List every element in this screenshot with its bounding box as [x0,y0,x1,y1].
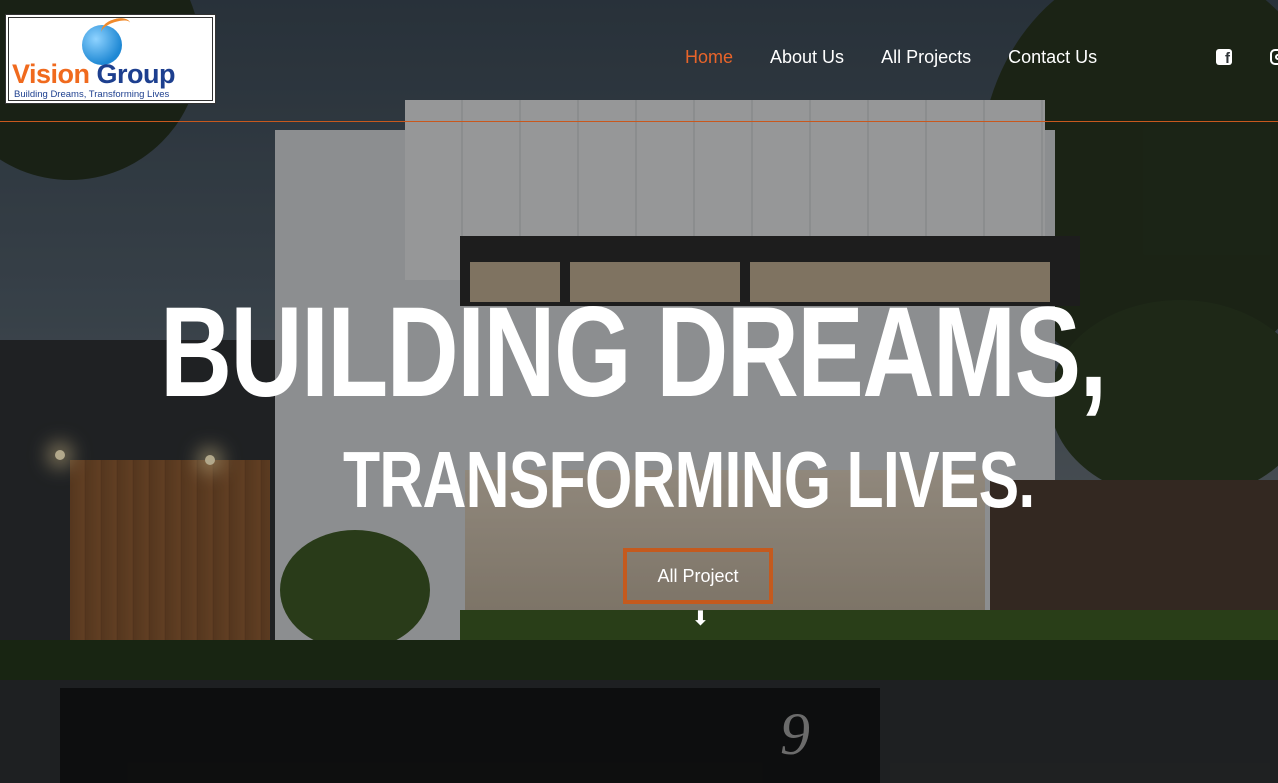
nav-item-home[interactable]: Home [685,47,733,68]
all-project-button[interactable]: All Project [623,548,773,604]
brand-logo[interactable]: Vision Group Building Dreams, Transformi… [5,14,216,104]
arrow-down-icon[interactable]: ⬇ [692,606,709,630]
main-nav: Home About Us All Projects Contact Us [685,47,1097,68]
brand-name-part1: Vision [12,59,90,89]
nav-item-contact-us[interactable]: Contact Us [1008,47,1097,68]
brand-tagline: Building Dreams, Transforming Lives [14,89,170,100]
brand-name-part2: Group [96,59,176,89]
instagram-icon[interactable] [1270,49,1278,65]
social-links: f [1216,49,1278,67]
facebook-icon[interactable]: f [1216,49,1232,67]
brand-name: Vision Group [12,59,176,90]
site-header: Vision Group Building Dreams, Transformi… [0,0,1278,122]
hero-subtitle: TRANSFORMING LIVES. [343,435,1035,524]
nav-item-about-us[interactable]: About Us [770,47,844,68]
nav-item-all-projects[interactable]: All Projects [881,47,971,68]
hero-title: BUILDING DREAMS, [160,281,1107,424]
